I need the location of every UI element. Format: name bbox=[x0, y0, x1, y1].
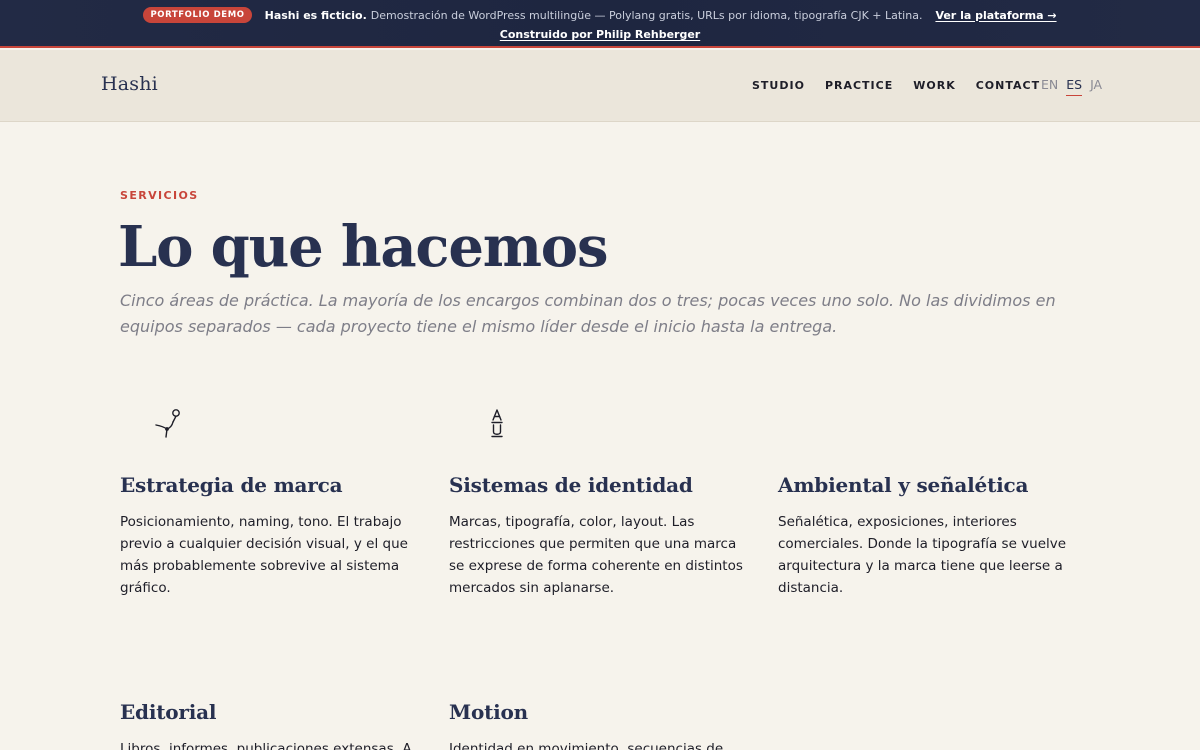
language-switcher: EN ES JA bbox=[1041, 77, 1102, 96]
service-card-motion: Motion Identidad en movimiento, secuenci… bbox=[449, 632, 759, 750]
service-title: Motion bbox=[449, 700, 528, 724]
lang-es[interactable]: ES bbox=[1066, 77, 1083, 96]
lang-en[interactable]: EN bbox=[1041, 77, 1058, 96]
service-title: Editorial bbox=[120, 700, 217, 724]
banner-description: Demostración de WordPress multilingüe — … bbox=[370, 8, 923, 22]
nav-item-practice[interactable]: PRACTICE bbox=[825, 79, 893, 92]
banner-row: PORTFOLIO DEMO Hashi es ficticio. Demost… bbox=[0, 7, 1200, 23]
nav-item-studio[interactable]: STUDIO bbox=[752, 79, 805, 92]
service-title: Ambiental y señalética bbox=[778, 473, 1029, 497]
service-title: Sistemas de identidad bbox=[449, 473, 693, 497]
demo-banner: PORTFOLIO DEMO Hashi es ficticio. Demost… bbox=[0, 0, 1200, 48]
service-description: Señalética, exposiciones, interiores com… bbox=[778, 514, 1067, 596]
banner-strong-text: Hashi es ficticio. bbox=[264, 8, 367, 22]
portfolio-demo-badge: PORTFOLIO DEMO bbox=[143, 7, 252, 23]
service-card-strategy: Estrategia de marca Posicionamiento, nam… bbox=[120, 405, 430, 596]
nav-item-work[interactable]: WORK bbox=[913, 79, 955, 92]
service-card-environmental: Ambiental y señalética Señalética, expos… bbox=[778, 405, 1088, 605]
service-description: Libros, informes, publicaciones extensas… bbox=[120, 741, 412, 750]
platform-link[interactable]: Ver la plataforma → bbox=[935, 9, 1056, 22]
service-description: Posicionamiento, naming, tono. El trabaj… bbox=[120, 514, 408, 596]
type-specimen-icon bbox=[481, 405, 515, 439]
service-description: Identidad en movimiento, secuencias de t… bbox=[449, 741, 724, 750]
service-card-identity: Sistemas de identidad Marcas, tipografía… bbox=[449, 405, 759, 605]
section-eyebrow: SERVICIOS bbox=[120, 189, 199, 202]
path-pin-icon bbox=[152, 405, 186, 439]
page-title: Lo que hacemos bbox=[118, 214, 608, 280]
main-nav: STUDIO PRACTICE WORK CONTACT bbox=[752, 79, 1040, 92]
page-intro: Cinco áreas de práctica. La mayoría de l… bbox=[120, 291, 1056, 336]
credit-link[interactable]: Construido por Philip Rehberger bbox=[500, 28, 700, 41]
service-title: Estrategia de marca bbox=[120, 473, 343, 497]
site-header: Hashi STUDIO PRACTICE WORK CONTACT EN ES… bbox=[0, 50, 1200, 122]
nav-item-contact[interactable]: CONTACT bbox=[976, 79, 1040, 92]
service-description: Marcas, tipografía, color, layout. Las r… bbox=[449, 514, 743, 596]
site-logo[interactable]: Hashi bbox=[101, 73, 158, 95]
lang-ja[interactable]: JA bbox=[1090, 77, 1102, 96]
service-card-editorial: Editorial Libros, informes, publicacione… bbox=[120, 632, 430, 750]
banner-credit-row: Construido por Philip Rehberger bbox=[0, 28, 1200, 41]
